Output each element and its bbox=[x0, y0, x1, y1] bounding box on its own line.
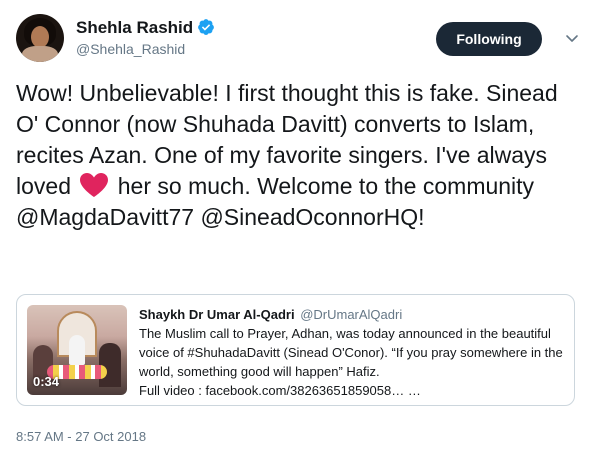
quoted-tweet-link[interactable]: Full video : facebook.com/38263651859058… bbox=[139, 381, 565, 400]
quoted-author-line: Shaykh Dr Umar Al-Qadri @DrUmarAlQadri bbox=[139, 305, 565, 324]
verified-badge-icon bbox=[198, 19, 215, 35]
tweet-header: Shehla Rashid @Shehla_Rashid Following bbox=[16, 14, 582, 64]
author-names: Shehla Rashid @Shehla_Rashid bbox=[76, 18, 215, 58]
tweet-text: Wow! Unbelievable! I first thought this … bbox=[16, 78, 586, 233]
quoted-author-name[interactable]: Shaykh Dr Umar Al-Qadri bbox=[139, 307, 295, 322]
quoted-tweet-card[interactable]: 0:34 Shaykh Dr Umar Al-Qadri @DrUmarAlQa… bbox=[16, 294, 575, 406]
quoted-author-handle[interactable]: @DrUmarAlQadri bbox=[300, 307, 402, 322]
following-button[interactable]: Following bbox=[436, 22, 542, 56]
quoted-tweet-text: The Muslim call to Prayer, Adhan, was to… bbox=[139, 326, 563, 379]
author-handle[interactable]: @Shehla_Rashid bbox=[76, 40, 215, 58]
tweet-text-part2: her so much. Welcome to the community bbox=[111, 173, 535, 199]
mention-link-2[interactable]: @SineadOconnorHQ bbox=[200, 204, 418, 230]
avatar[interactable] bbox=[16, 14, 64, 62]
video-thumbnail[interactable]: 0:34 bbox=[27, 305, 127, 395]
tweet-text-ending: ! bbox=[418, 204, 425, 230]
chevron-down-icon[interactable] bbox=[564, 30, 580, 46]
video-duration: 0:34 bbox=[33, 374, 60, 389]
red-heart-icon bbox=[80, 173, 109, 197]
tweet-timestamp[interactable]: 8:57 AM - 27 Oct 2018 bbox=[16, 429, 146, 444]
mention-link-1[interactable]: @MagdaDavitt77 bbox=[16, 204, 194, 230]
display-name[interactable]: Shehla Rashid bbox=[76, 18, 193, 38]
quoted-tweet-body: Shaykh Dr Umar Al-Qadri @DrUmarAlQadri T… bbox=[139, 305, 565, 400]
